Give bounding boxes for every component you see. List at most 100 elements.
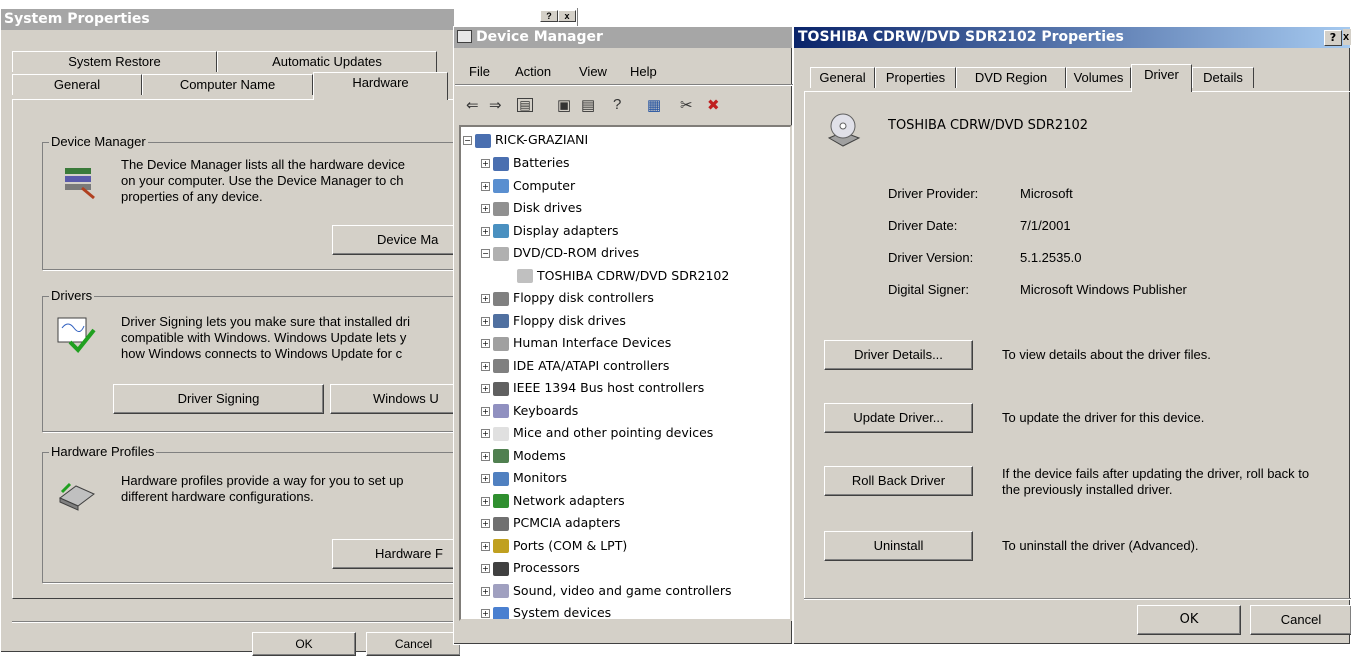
expand-icon[interactable]: + (481, 429, 490, 438)
cancel-button[interactable]: Cancel (366, 632, 460, 656)
disable-icon[interactable]: ✖ (707, 96, 720, 114)
help-button[interactable]: ? (1324, 30, 1342, 46)
action-description: To view details about the driver files. (1002, 347, 1211, 362)
tree-root[interactable]: − RICK-GRAZIANI (463, 129, 588, 151)
expand-icon[interactable]: + (481, 474, 490, 483)
expand-icon[interactable]: + (481, 564, 490, 573)
device-category-icon (493, 584, 509, 598)
tree-node-label: System devices (513, 605, 612, 620)
collapse-icon[interactable]: − (481, 249, 490, 258)
device-tree[interactable]: − RICK-GRAZIANI + Batteries + Computer + Disk … (459, 125, 792, 621)
expand-icon[interactable]: + (481, 586, 490, 596)
tree-node[interactable]: + Disk drives (481, 197, 582, 219)
cancel-button[interactable]: Cancel (1250, 605, 1351, 635)
tree-node[interactable]: + Mice and other pointing devices (481, 422, 713, 444)
forward-icon[interactable]: ⇒ (489, 96, 502, 114)
tab-general[interactable]: General (810, 67, 875, 88)
device-category-icon (493, 539, 509, 553)
tree-node[interactable]: TOSHIBA CDRW/DVD SDR2102 (517, 265, 729, 287)
expand-icon[interactable]: + (481, 181, 490, 191)
uninstall-button[interactable]: Uninstall (824, 531, 973, 561)
menu-view[interactable]: View (579, 64, 607, 79)
windows-update-button[interactable]: Windows U (330, 384, 460, 414)
properties-icon[interactable]: ▣ (557, 96, 571, 114)
ok-button[interactable]: OK (1137, 605, 1241, 635)
window-title: TOSHIBA CDRW/DVD SDR2102 Properties (798, 29, 1124, 45)
field-label: Digital Signer: (888, 282, 969, 297)
expand-icon[interactable]: + (481, 541, 490, 551)
tree-node-label: Keyboards (513, 402, 579, 418)
driver-signing-button[interactable]: Driver Signing (113, 384, 324, 414)
device-category-icon (493, 336, 509, 351)
properties-titlebar[interactable]: TOSHIBA CDRW/DVD SDR2102 Properties ? (794, 27, 1350, 48)
print-icon[interactable]: ▤ (581, 96, 595, 114)
tree-node[interactable]: + System devices (481, 602, 612, 620)
menu-file[interactable]: File (469, 64, 490, 79)
tab-dvd-region[interactable]: DVD Region (956, 67, 1066, 88)
tab-computer-name[interactable]: Computer Name (142, 74, 313, 95)
expand-icon[interactable]: + (481, 294, 490, 303)
roll-back-driver-button[interactable]: Roll Back Driver (824, 466, 973, 496)
tree-node[interactable]: + Processors (481, 557, 580, 579)
device-manager-titlebar[interactable]: Device Manager (454, 27, 792, 48)
tab-automatic-updates[interactable]: Automatic Updates (217, 51, 437, 72)
hardware-profiles-button[interactable]: Hardware F (332, 539, 462, 569)
system-properties-titlebar[interactable]: System Properties (1, 9, 454, 30)
tree-node[interactable]: + Network adapters (481, 490, 625, 512)
expand-icon[interactable]: + (481, 226, 490, 236)
expand-icon[interactable]: + (481, 519, 490, 528)
tree-node[interactable]: + Floppy disk controllers (481, 287, 654, 309)
menu-action[interactable]: Action (515, 64, 551, 79)
back-icon[interactable]: ⇐ (466, 96, 479, 114)
tree-node[interactable]: + Modems (481, 445, 566, 467)
help-icon[interactable]: ? (613, 96, 621, 113)
show-hide-tree-icon[interactable]: ▤ (517, 98, 533, 112)
tab-properties[interactable]: Properties (875, 67, 956, 88)
tab-driver[interactable]: Driver (1131, 64, 1192, 92)
tab-hardware[interactable]: Hardware (313, 72, 448, 100)
tree-node[interactable]: − DVD/CD-ROM drives (481, 242, 639, 264)
device-category-icon (493, 314, 509, 328)
expand-icon[interactable]: + (481, 451, 490, 461)
expand-icon[interactable]: + (481, 159, 490, 168)
help-button[interactable]: ? (540, 10, 558, 22)
ok-button[interactable]: OK (252, 632, 356, 656)
tree-node[interactable]: + IEEE 1394 Bus host controllers (481, 377, 704, 399)
tree-node[interactable]: + Monitors (481, 467, 567, 489)
tree-node[interactable]: + Keyboards (481, 400, 578, 422)
expand-icon[interactable]: + (481, 316, 490, 326)
update-driver-button[interactable]: Update Driver... (824, 403, 973, 433)
expand-icon[interactable]: + (481, 496, 490, 506)
tree-node[interactable]: + Sound, video and game controllers (481, 580, 732, 602)
tree-node[interactable]: + PCMCIA adapters (481, 512, 620, 534)
tree-node[interactable]: + Computer (481, 175, 575, 197)
tree-node[interactable]: + IDE ATA/ATAPI controllers (481, 355, 669, 377)
tree-node[interactable]: + Human Interface Devices (481, 332, 671, 354)
tree-node[interactable]: + Floppy disk drives (481, 310, 626, 332)
uninstall-icon[interactable]: ✂ (680, 96, 693, 114)
expand-icon[interactable]: + (481, 361, 490, 371)
device-category-icon (493, 449, 509, 463)
expand-icon[interactable]: + (481, 204, 490, 213)
driver-details-button[interactable]: Driver Details... (824, 340, 973, 370)
tree-node[interactable]: + Ports (COM & LPT) (481, 535, 627, 557)
scan-hardware-icon[interactable]: ▦ (647, 96, 661, 114)
collapse-icon[interactable]: − (463, 136, 472, 145)
tab-general[interactable]: General (12, 74, 142, 95)
tree-node[interactable]: + Display adapters (481, 220, 618, 242)
tree-node[interactable]: + Batteries (481, 152, 570, 174)
close-icon[interactable]: x (1343, 29, 1351, 45)
group-title: Device Manager (49, 134, 148, 149)
expand-icon[interactable]: + (481, 384, 490, 393)
menu-help[interactable]: Help (630, 64, 657, 79)
tab-volumes[interactable]: Volumes (1066, 67, 1131, 88)
close-icon[interactable]: x (558, 10, 576, 22)
tab-system-restore[interactable]: System Restore (12, 51, 217, 72)
tab-details[interactable]: Details (1192, 67, 1254, 88)
device-manager-button[interactable]: Device Ma (332, 225, 462, 255)
expand-icon[interactable]: + (481, 609, 490, 618)
expand-icon[interactable]: + (481, 339, 490, 348)
device-category-icon (493, 561, 509, 576)
expand-icon[interactable]: + (481, 406, 490, 416)
action-description: To update the driver for this device. (1002, 410, 1205, 425)
